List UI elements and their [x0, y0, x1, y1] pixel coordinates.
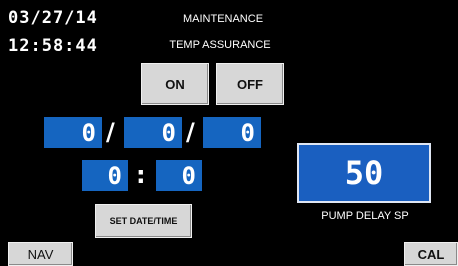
off-button[interactable]: OFF — [216, 63, 284, 105]
date-separator: / — [106, 118, 115, 146]
day-input[interactable]: 0 — [124, 117, 182, 148]
date-separator: / — [186, 118, 195, 146]
pump-delay-label: PUMP DELAY SP — [321, 210, 409, 222]
month-input[interactable]: 0 — [44, 117, 102, 148]
page-title: MAINTENANCE — [182, 13, 264, 25]
set-date-time-button[interactable]: SET DATE/TIME — [95, 204, 192, 238]
nav-button[interactable]: NAV — [8, 242, 73, 266]
cal-button[interactable]: CAL — [404, 242, 458, 266]
hmi-screen: 03/27/14 12:58:44 MAINTENANCE TEMP ASSUR… — [0, 0, 458, 266]
current-date: 03/27/14 — [8, 8, 98, 28]
year-input[interactable]: 0 — [203, 117, 261, 148]
pump-delay-setpoint-input[interactable]: 50 — [297, 143, 431, 203]
section-title: TEMP ASSURANCE — [169, 39, 271, 51]
minute-input[interactable]: 0 — [156, 160, 202, 191]
on-button[interactable]: ON — [141, 63, 209, 105]
current-time: 12:58:44 — [8, 36, 98, 56]
hour-input[interactable]: 0 — [82, 160, 128, 191]
time-separator: : — [136, 161, 146, 189]
